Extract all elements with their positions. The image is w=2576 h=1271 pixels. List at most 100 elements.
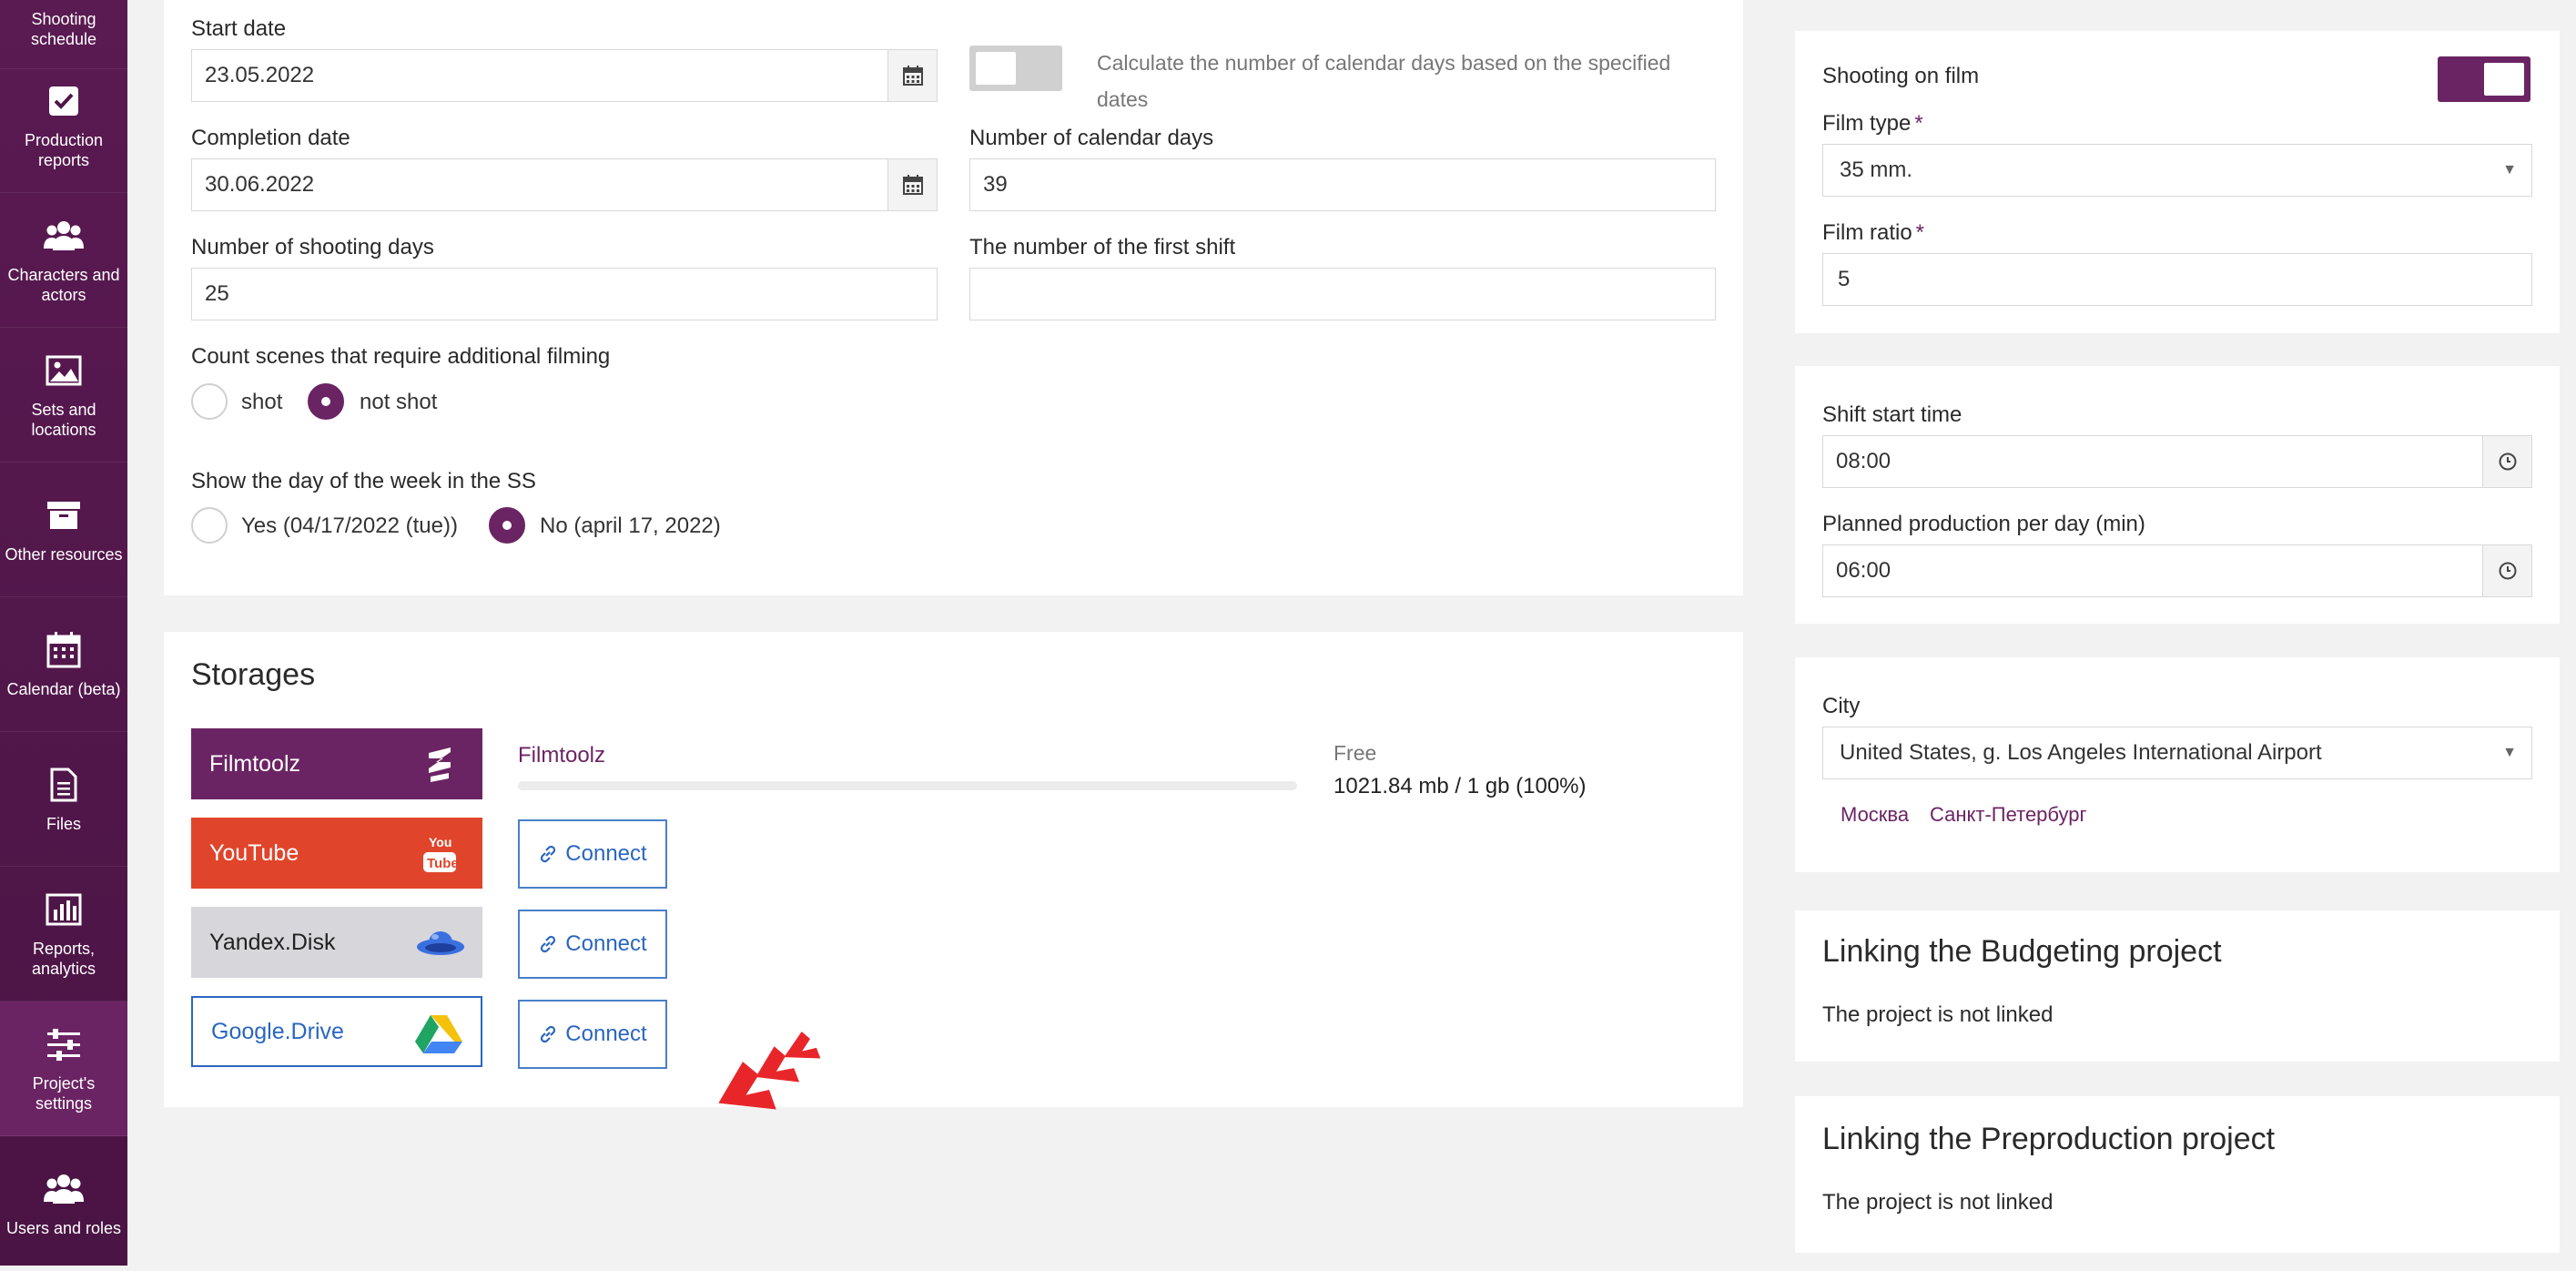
preproduction-status: The project is not linked bbox=[1822, 1190, 2054, 1215]
link-icon bbox=[541, 1025, 556, 1043]
calendar-days-field[interactable]: 39 bbox=[969, 158, 1716, 211]
filmtoolz-storage-link[interactable]: Filmtoolz bbox=[518, 743, 605, 768]
group-icon bbox=[44, 216, 84, 256]
svg-text:Tube: Tube bbox=[427, 856, 458, 871]
shift-start-value: 08:00 bbox=[1836, 449, 1891, 473]
filmtoolz-logo-icon bbox=[419, 743, 461, 785]
calendar-icon[interactable] bbox=[887, 159, 937, 210]
radio-not-shot-label[interactable]: not shot bbox=[360, 390, 437, 415]
start-date-value: 23.05.2022 bbox=[205, 63, 315, 87]
yandex-disk-storage-button[interactable]: Yandex.Disk bbox=[191, 907, 482, 978]
archive-box-icon bbox=[44, 495, 84, 535]
sidebar-item-users-and-roles[interactable]: Users and roles bbox=[0, 1136, 127, 1271]
shooting-days-field[interactable]: 25 bbox=[191, 268, 938, 320]
sidebar-item-reports-analytics[interactable]: Reports, analytics bbox=[0, 867, 127, 1002]
city-label: City bbox=[1822, 694, 1861, 718]
clock-icon[interactable] bbox=[2482, 436, 2531, 487]
shooting-days-value: 25 bbox=[205, 281, 229, 306]
radio-weekday-no-label[interactable]: No (april 17, 2022) bbox=[540, 513, 721, 539]
caret-down-icon: ▼ bbox=[2502, 745, 2517, 760]
radio-weekday-no[interactable] bbox=[489, 507, 525, 544]
yandex-disk-connect-button[interactable]: Connect bbox=[518, 910, 667, 979]
sidebar-item-projects-settings[interactable]: Project's settings bbox=[0, 1002, 127, 1136]
film-type-label-text: Film type bbox=[1822, 111, 1912, 136]
sliders-icon bbox=[44, 1024, 84, 1064]
youtube-logo-icon: You Tube bbox=[419, 832, 461, 874]
storages-panel: Storages Filmtoolz YouTube You Tube Yande… bbox=[164, 632, 1743, 1110]
storage-usage-fill bbox=[518, 781, 1297, 790]
sidebar-item-label: Users and roles bbox=[5, 1218, 122, 1237]
film-type-label: Film type * bbox=[1822, 111, 1923, 137]
city-panel: City United States, g. Los Angeles Inter… bbox=[1795, 657, 2560, 872]
dates-settings-panel: Start date 23.05.2022 Calculate the numb… bbox=[164, 0, 1743, 595]
sidebar-item-other-resources[interactable]: Other resources bbox=[0, 463, 127, 597]
city-quick-saint-petersburg[interactable]: Санкт-Петербург bbox=[1930, 803, 2087, 827]
filmtoolz-storage-button[interactable]: Filmtoolz bbox=[191, 728, 482, 799]
checkbox-icon bbox=[44, 81, 84, 121]
sidebar-item-sets-and-locations[interactable]: Sets and locations bbox=[0, 328, 127, 463]
connect-label: Connect bbox=[565, 1022, 647, 1046]
film-panel: Shooting on film Film type * 35 mm. ▼ Fil… bbox=[1795, 31, 2560, 333]
film-type-select[interactable]: 35 mm. ▼ bbox=[1822, 144, 2532, 197]
sidebar-item-label: Characters and actors bbox=[7, 265, 120, 304]
sidebar-item-production-reports[interactable]: Production reports bbox=[0, 58, 127, 193]
city-quick-moscow[interactable]: Москва bbox=[1841, 803, 1909, 827]
sidebar-item-calendar[interactable]: Calendar (beta) bbox=[0, 597, 127, 732]
radio-not-shot[interactable] bbox=[308, 383, 344, 420]
radio-shot[interactable] bbox=[191, 383, 228, 420]
sidebar-item-label: Reports, analytics bbox=[31, 939, 96, 978]
storage-usage-text: 1021.84 mb / 1 gb (100%) bbox=[1334, 774, 1587, 798]
radio-weekday-yes[interactable] bbox=[191, 507, 228, 544]
shift-start-field[interactable]: 08:00 bbox=[1822, 435, 2532, 488]
connect-label: Connect bbox=[565, 841, 647, 866]
shooting-on-film-toggle[interactable] bbox=[2438, 56, 2530, 102]
radio-weekday-yes-label[interactable]: Yes (04/17/2022 (tue)) bbox=[241, 513, 458, 539]
calendar-icon[interactable] bbox=[887, 50, 937, 101]
storage-usage-bar bbox=[518, 781, 1297, 790]
sidebar-item-label: Calendar (beta) bbox=[6, 679, 121, 698]
first-shift-label: The number of the first shift bbox=[969, 235, 1236, 259]
sidebar-item-characters-and-actors[interactable]: Characters and actors bbox=[0, 193, 127, 328]
calendar-days-label: Number of calendar days bbox=[969, 126, 1214, 150]
film-ratio-field[interactable]: 5 bbox=[1822, 253, 2532, 306]
connect-label: Connect bbox=[565, 931, 647, 956]
weekday-label: Show the day of the week in the SS bbox=[191, 469, 536, 493]
planned-production-label: Planned production per day (min) bbox=[1822, 512, 2145, 536]
sidebar-item-files[interactable]: Files bbox=[0, 732, 127, 867]
calculate-days-text-2: dates bbox=[1097, 87, 1149, 111]
completion-date-field[interactable]: 30.06.2022 bbox=[191, 158, 938, 211]
completion-date-label: Completion date bbox=[191, 126, 350, 150]
clock-icon[interactable] bbox=[2482, 545, 2531, 596]
sidebar-item-label: Files bbox=[46, 814, 81, 833]
file-icon bbox=[44, 765, 84, 805]
youtube-storage-button[interactable]: YouTube You Tube bbox=[191, 818, 482, 889]
preproduction-link-panel: Linking the Preproduction project The pr… bbox=[1795, 1096, 2560, 1253]
link-icon bbox=[541, 845, 556, 863]
calculate-days-text: Calculate the number of calendar days ba… bbox=[1097, 51, 1671, 75]
film-ratio-label-text: Film ratio bbox=[1822, 220, 1912, 245]
free-label: Free bbox=[1334, 741, 1377, 765]
required-mark: * bbox=[1914, 111, 1923, 136]
budgeting-status: The project is not linked bbox=[1822, 1002, 2054, 1027]
city-select[interactable]: United States, g. Los Angeles Internatio… bbox=[1822, 727, 2532, 779]
shooting-on-film-label: Shooting on film bbox=[1822, 64, 1980, 88]
planned-production-field[interactable]: 06:00 bbox=[1822, 544, 2532, 597]
youtube-connect-button[interactable]: Connect bbox=[518, 819, 667, 889]
google-drive-label: Google.Drive bbox=[211, 1018, 344, 1044]
first-shift-field[interactable] bbox=[969, 268, 1716, 320]
yandex-disk-label: Yandex.Disk bbox=[209, 929, 336, 955]
image-icon bbox=[44, 351, 84, 391]
calculate-days-toggle[interactable] bbox=[969, 46, 1062, 91]
toggle-knob bbox=[976, 52, 1016, 85]
budgeting-title: Linking the Budgeting project bbox=[1822, 934, 2222, 969]
radio-shot-label[interactable]: shot bbox=[241, 390, 282, 415]
sidebar-item-label: Sets and locations bbox=[31, 400, 96, 439]
shift-panel: Shift start time 08:00 Planned productio… bbox=[1795, 366, 2560, 624]
google-drive-connect-button[interactable]: Connect bbox=[518, 1000, 667, 1069]
calendar-days-value: 39 bbox=[983, 172, 1008, 197]
completion-date-value: 30.06.2022 bbox=[205, 172, 315, 197]
google-drive-storage-button[interactable]: Google.Drive bbox=[191, 996, 482, 1067]
film-ratio-value: 5 bbox=[1838, 267, 1851, 291]
shooting-days-label: Number of shooting days bbox=[191, 235, 434, 259]
start-date-field[interactable]: 23.05.2022 bbox=[191, 49, 938, 102]
